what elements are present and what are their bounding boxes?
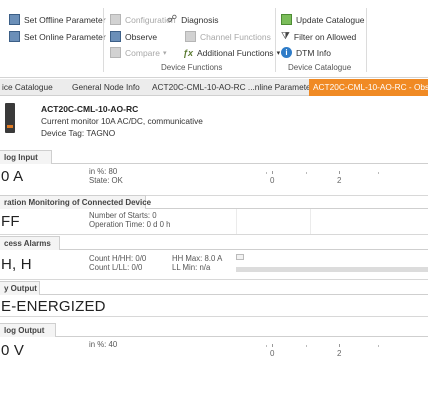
- configuration-button[interactable]: Configuration: [110, 13, 176, 26]
- section-body: 0 A in %: 80 State: OK 0 2: [0, 164, 428, 196]
- configuration-icon: [110, 14, 121, 25]
- section-body: H, H Count H/HH: 0/0 Count L/LL: 0/0 HH …: [0, 250, 428, 280]
- section-separator: [236, 209, 237, 234]
- online-parameter-icon: [9, 31, 20, 42]
- chevron-down-icon: ▾: [276, 49, 281, 57]
- relay-output-section: y Output E-ENERGIZED: [0, 281, 428, 318]
- section-body: FF Number of Starts: 0 Operation Time: 0…: [0, 209, 428, 235]
- process-alarms-value: H, H: [1, 256, 32, 273]
- scale-tick-label: 0: [270, 176, 275, 185]
- analog-output-scale: 0 2: [236, 339, 428, 367]
- document-tab-bar: ice Catalogue General Node Info ACT20C-C…: [0, 79, 428, 96]
- operation-monitoring-value: FF: [1, 213, 20, 230]
- function-icon: ƒx: [183, 47, 194, 58]
- info-icon: i: [281, 47, 292, 58]
- scale-tick: [339, 344, 340, 347]
- observe-button[interactable]: Observe: [110, 30, 157, 43]
- ribbon-separator: [275, 8, 276, 72]
- device-image: [5, 103, 15, 133]
- scale-tick-label: 2: [337, 349, 342, 358]
- alarm-indicator: [236, 254, 244, 260]
- device-tag-label: Device Tag:: [41, 128, 85, 138]
- count-l-ll: Count L/LL: 0/0: [89, 263, 143, 272]
- channel-functions-icon: [185, 31, 196, 42]
- update-catalogue-icon: [281, 14, 292, 25]
- tab-online-parameter[interactable]: ACT20C-CML-10-AO-RC ...nline Parameter: [152, 79, 313, 96]
- relay-output-value: E-ENERGIZED: [1, 298, 106, 315]
- analog-output-value: 0 V: [1, 342, 25, 359]
- section-body: E-ENERGIZED: [0, 295, 428, 317]
- set-online-parameter-button[interactable]: Set Online Parameter: [9, 30, 106, 43]
- operation-monitoring-section: ration Monitoring of Connected Device FF…: [0, 195, 428, 237]
- scale-tick: [306, 345, 307, 347]
- section-title: ration Monitoring of Connected Device: [0, 195, 151, 209]
- analog-output-percent: in %: 40: [89, 340, 118, 349]
- filter-icon: ⧩: [281, 31, 290, 42]
- observe-icon: [110, 31, 121, 42]
- scale-tick: [306, 172, 307, 174]
- filter-on-allowed-button[interactable]: ⧩ Filter on Allowed: [281, 30, 356, 43]
- number-of-starts: Number of Starts: 0: [89, 211, 157, 220]
- device-catalogue-group-label: Device Catalogue: [288, 63, 352, 72]
- section-title: cess Alarms: [0, 236, 60, 250]
- scale-tick-label: 2: [337, 176, 342, 185]
- tab-general-node-info[interactable]: General Node Info: [72, 79, 140, 96]
- count-h-hh: Count H/HH: 0/0: [89, 254, 147, 263]
- stethoscope-icon: ☍: [167, 14, 178, 25]
- section-title: log Input: [0, 150, 52, 164]
- compare-icon: [110, 47, 121, 58]
- alarm-level-bar: [236, 267, 428, 272]
- scale-tick: [266, 345, 267, 347]
- analog-input-section: log Input 0 A in %: 80 State: OK 0 2: [0, 150, 428, 196]
- offline-parameter-icon: [9, 14, 20, 25]
- analog-output-section: log Output 0 V in %: 40 0 2: [0, 323, 428, 365]
- compare-button[interactable]: Compare ▾: [110, 46, 166, 59]
- dtm-info-button[interactable]: i DTM Info: [281, 46, 331, 59]
- scale-tick: [272, 344, 273, 347]
- device-header: ACT20C-CML-10-AO-RC Current monitor 10A …: [0, 97, 428, 142]
- scale-tick: [266, 172, 267, 174]
- set-offline-parameter-button[interactable]: Set Offline Parameter: [9, 13, 106, 26]
- device-description: Current monitor 10A AC/DC, communicative: [41, 116, 203, 126]
- section-body: 0 V in %: 40 0 2: [0, 337, 428, 365]
- tab-device-catalogue[interactable]: ice Catalogue: [2, 79, 53, 96]
- analog-input-value: 0 A: [1, 168, 24, 185]
- update-catalogue-button[interactable]: Update Catalogue: [281, 13, 365, 26]
- device-tag-value: TAGNO: [86, 128, 116, 138]
- scale-tick: [272, 171, 273, 174]
- scale-tick-label: 0: [270, 349, 275, 358]
- additional-functions-button[interactable]: ƒx Additional Functions ▾: [167, 46, 280, 59]
- ribbon-separator: [366, 8, 367, 72]
- device-functions-group-label: Device Functions: [161, 63, 223, 72]
- section-title: y Output: [0, 281, 40, 295]
- process-alarms-section: cess Alarms H, H Count H/HH: 0/0 Count L…: [0, 236, 428, 281]
- device-tag: Device Tag: TAGNO: [41, 128, 115, 138]
- ll-min: LL Min: n/a: [172, 263, 211, 272]
- scale-tick: [378, 345, 379, 347]
- analog-input-percent: in %: 80: [89, 167, 118, 176]
- scale-tick: [339, 171, 340, 174]
- device-name: ACT20C-CML-10-AO-RC: [41, 104, 139, 114]
- hh-max: HH Max: 8.0 A: [172, 254, 223, 263]
- chevron-down-icon: ▾: [162, 49, 167, 57]
- tab-observe[interactable]: ACT20C-CML-10-AO-RC - Observe: [309, 79, 428, 96]
- channel-functions-button[interactable]: Channel Functions: [167, 30, 271, 43]
- scale-tick: [378, 172, 379, 174]
- section-separator: [310, 209, 311, 234]
- section-title: log Output: [0, 323, 56, 337]
- ribbon-separator: [103, 8, 104, 72]
- diagnosis-button[interactable]: ☍ Diagnosis: [167, 13, 218, 26]
- operation-time: Operation Time: 0 d 0 h: [89, 220, 171, 229]
- ribbon-toolbar: Set Offline Parameter Set Online Paramet…: [0, 0, 428, 78]
- analog-input-state: State: OK: [89, 176, 123, 185]
- analog-input-scale: 0 2: [236, 166, 428, 194]
